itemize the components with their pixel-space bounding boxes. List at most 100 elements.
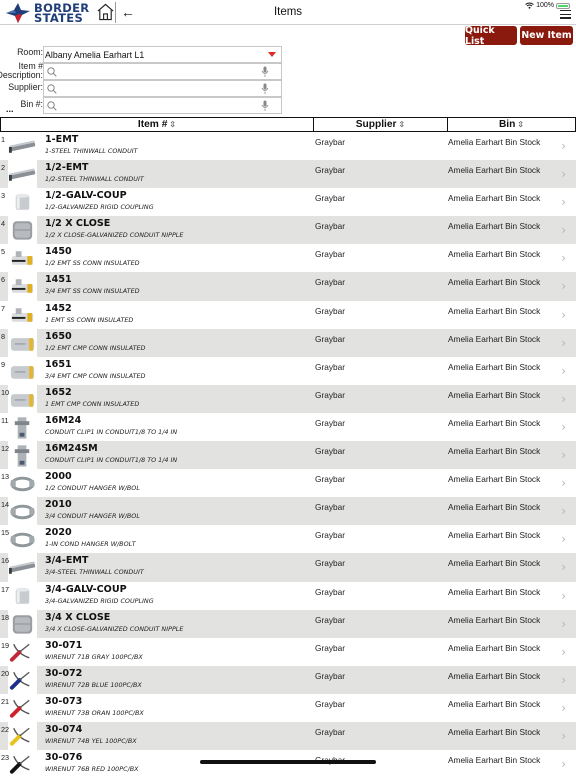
chevron-right-icon[interactable]: › [561, 139, 566, 153]
chevron-right-icon[interactable]: › [561, 532, 566, 546]
item-description: 1 EMT CMP CONN INSULATED [45, 399, 140, 408]
column-header-item[interactable]: Item # ⇳ [1, 118, 314, 131]
table-row[interactable]: 2 1/2-EMT 1/2-STEEL THINWALL CONDUIT Grayba… [0, 160, 576, 189]
row-number: 8 [1, 331, 6, 341]
item-description: 3/4-STEEL THINWALL CONDUIT [45, 568, 144, 577]
home-indicator[interactable] [200, 760, 376, 764]
menu-icon[interactable] [560, 10, 571, 21]
table-row[interactable]: 8 1650 1/2 EMT CMP CONN INSULATED Graybar Am… [0, 328, 576, 357]
chevron-right-icon[interactable]: › [561, 645, 566, 659]
table-row[interactable]: 11 16M24 CONDUIT CLIP1 IN CONDUIT1/8 TO 1/… [0, 413, 576, 441]
table-row[interactable]: 12 16M24SM CONDUIT CLIP1 IN CONDUIT1/8 TO … [0, 441, 576, 470]
item-description-input[interactable] [60, 65, 257, 78]
chevron-right-icon[interactable]: › [561, 476, 566, 490]
column-header-supplier[interactable]: Supplier ⇳ [314, 118, 448, 131]
chevron-right-icon[interactable]: › [561, 308, 566, 322]
room-select[interactable]: Albany Amelia Earhart L1 [43, 46, 282, 63]
chevron-right-icon[interactable]: › [561, 729, 566, 743]
table-row[interactable]: 9 1651 3/4 EMT CMP CONN INSULATED Graybar Am… [0, 357, 576, 385]
item-number: 2020 [45, 527, 72, 539]
table-row[interactable]: 14 2010 3/4 CONDUIT HANGER W/BOL Graybar Ame… [0, 497, 576, 526]
chevron-right-icon[interactable]: › [561, 251, 566, 265]
bin-cell: Amelia Earhart Bin Stock [448, 137, 541, 147]
table-row[interactable]: 7 1452 1 EMT SS CONN INSULATED Graybar Ameli… [0, 301, 576, 329]
table-row[interactable]: 4 1/2 X CLOSE 1/2 X CLOSE-GALVANIZED CONDU… [0, 216, 576, 245]
status-bar: 100% [525, 2, 570, 9]
search-icon [47, 67, 57, 77]
supplier-cell: Graybar [315, 474, 345, 485]
new-item-button[interactable]: New Item [520, 26, 573, 45]
item-description-search-field[interactable] [43, 63, 282, 80]
chevron-right-icon[interactable]: › [561, 589, 566, 603]
table-row[interactable]: 10 1652 1 EMT CMP CONN INSULATED Graybar Ame… [0, 384, 576, 413]
bin-input[interactable] [60, 99, 257, 112]
item-description: 3/4 EMT SS CONN INSULATED [45, 287, 140, 296]
item-thumbnail-image [11, 307, 34, 322]
bin-cell: Amelia Earhart Bin Stock [448, 165, 541, 176]
item-thumbnail-image [10, 365, 35, 379]
item-thumbnail-image [15, 587, 30, 604]
table-row[interactable]: 13 2000 1/2 CONDUIT HANGER W/BOL Graybar Ame… [0, 469, 576, 497]
table-row[interactable]: 19 30-071 WIRENUT 71B GRAY 100PC/BX Graybar… [0, 638, 576, 666]
quick-list-button[interactable]: Quick List [465, 25, 517, 47]
table-row[interactable]: 21 30-073 WIRENUT 73B ORAN 100PC/BX Graybar… [0, 694, 576, 722]
table-row[interactable]: 16 3/4-EMT 3/4-STEEL THINWALL CONDUIT Grayb… [0, 553, 576, 582]
supplier-cell: Graybar [315, 642, 345, 653]
table-row[interactable]: 17 3/4-GALV-COUP 3/4-GALVANIZED RIGID COUP… [0, 582, 576, 610]
supplier-input[interactable] [60, 82, 257, 95]
table-row[interactable]: 5 1450 1/2 EMT SS CONN INSULATED Graybar Ame… [0, 244, 576, 272]
more-filters-button[interactable]: ... [6, 104, 14, 114]
sort-icon: ⇳ [517, 120, 525, 129]
chevron-right-icon[interactable]: › [561, 560, 566, 574]
supplier-search-field[interactable] [43, 80, 282, 97]
item-thumbnail-image [8, 561, 36, 575]
chevron-right-icon[interactable]: › [561, 279, 566, 293]
supplier-cell: Graybar [315, 193, 345, 204]
battery-percent: 100% [536, 2, 554, 9]
table-row[interactable]: 20 30-072 WIRENUT 72B BLUE 100PC/BX Graybar… [0, 665, 576, 694]
table-row[interactable]: 1 1-EMT 1-STEEL THINWALL CONDUIT Graybar Ame… [0, 132, 576, 160]
microphone-icon[interactable] [261, 83, 269, 95]
chevron-right-icon[interactable]: › [561, 757, 566, 771]
chevron-right-icon[interactable]: › [561, 392, 566, 406]
chevron-right-icon[interactable]: › [561, 504, 566, 518]
supplier-cell: Graybar [315, 558, 345, 569]
item-number: 16M24 [45, 414, 82, 426]
chevron-right-icon[interactable]: › [561, 701, 566, 715]
item-thumbnail-image [10, 504, 35, 520]
supplier-cell: Graybar [315, 333, 345, 344]
chevron-right-icon[interactable]: › [561, 448, 566, 462]
table-row[interactable]: 22 30-074 WIRENUT 74B YEL 100PC/BX Graybar A… [0, 721, 576, 751]
chevron-right-icon[interactable]: › [561, 223, 566, 237]
page-title: Items [273, 6, 303, 18]
chevron-right-icon[interactable]: › [561, 617, 566, 631]
microphone-icon[interactable] [261, 66, 269, 78]
table-row[interactable]: 18 3/4 X CLOSE 3/4 X CLOSE-GALVANIZED COND… [0, 609, 576, 638]
bin-search-field[interactable] [43, 97, 282, 114]
row-number: 6 [1, 275, 6, 285]
item-description-label: Item # Description: [0, 62, 43, 80]
table-row[interactable]: 3 1/2-GALV-COUP 1/2-GALVANIZED RIGID COUPL… [0, 188, 576, 216]
chevron-right-icon[interactable]: › [561, 364, 566, 378]
table-row[interactable]: 2330-076WIRENUT 76B RED 100PC/BXGraybarA… [0, 750, 576, 778]
table-row[interactable]: 15 2020 1-IN COND HANGER W/BOLT Graybar Amel… [0, 525, 576, 553]
column-label: Supplier [355, 119, 397, 130]
chevron-right-icon[interactable]: › [561, 167, 566, 181]
supplier-cell: Graybar [315, 586, 345, 597]
item-thumbnail-image [14, 417, 30, 439]
bin-cell: Amelia Earhart Bin Stock [448, 642, 541, 653]
chevron-right-icon[interactable]: › [561, 336, 566, 350]
bin-cell: Amelia Earhart Bin Stock [448, 193, 541, 204]
bin-cell: Amelia Earhart Bin Stock [448, 755, 541, 766]
table-row[interactable]: 6 1451 3/4 EMT SS CONN INSULATED Graybar Ame… [0, 272, 576, 301]
chevron-right-icon[interactable]: › [561, 195, 566, 209]
microphone-icon[interactable] [261, 100, 269, 112]
item-thumbnail-image [10, 533, 35, 548]
row-number: 3 [1, 191, 6, 201]
bin-cell: Amelia Earhart Bin Stock [448, 726, 541, 737]
chevron-right-icon[interactable]: › [561, 673, 566, 687]
item-number: 1651 [45, 358, 72, 370]
chevron-right-icon[interactable]: › [561, 420, 566, 434]
column-header-bin[interactable]: Bin ⇳ [448, 118, 575, 131]
supplier-cell: Graybar [315, 502, 345, 513]
